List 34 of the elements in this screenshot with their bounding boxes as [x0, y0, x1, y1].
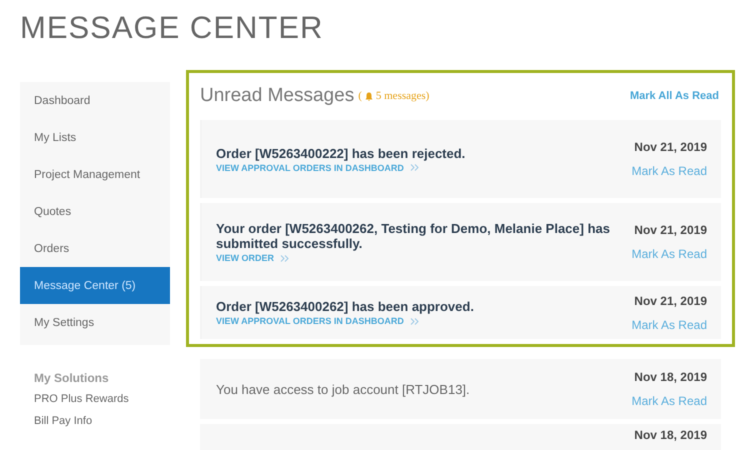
mark-as-read-link[interactable]: Mark As Read	[632, 318, 707, 332]
message-text: Order [W5263400262] has been approved.	[216, 299, 474, 314]
message-link[interactable]: VIEW APPROVAL ORDERS IN DASHBOARD	[216, 316, 474, 326]
double-chevron-icon	[280, 254, 290, 262]
message-date: Nov 21, 2019	[634, 223, 707, 237]
message-date: Nov 18, 2019	[634, 370, 707, 384]
page-title: MESSAGE CENTER	[20, 10, 324, 46]
sidebar-item[interactable]: Project Management	[20, 156, 170, 193]
mark-all-read-link[interactable]: Mark All As Read	[630, 90, 719, 102]
sidebar-item[interactable]: Orders	[20, 230, 170, 267]
message-date: Nov 21, 2019	[634, 294, 707, 308]
sidebar-link[interactable]: PRO Plus Rewards	[34, 393, 170, 409]
message-link[interactable]: VIEW ORDER	[216, 253, 616, 263]
panel-title: Unread Messages	[200, 85, 354, 107]
sidebar-item[interactable]: My Lists	[20, 119, 170, 156]
message-date: Nov 18, 2019	[634, 428, 707, 442]
section-heading: My Solutions	[34, 371, 110, 385]
double-chevron-icon	[410, 318, 419, 324]
sidebar-item[interactable]: Quotes	[20, 193, 170, 230]
bell-icon	[364, 92, 373, 100]
double-chevron-icon	[410, 164, 419, 171]
message-count: ( 5 messages)	[358, 90, 430, 102]
sidebar-link[interactable]: Bill Pay Info	[34, 415, 170, 431]
mark-as-read-link[interactable]: Mark As Read	[632, 164, 707, 178]
message-link[interactable]: VIEW APPROVAL ORDERS IN DASHBOARD	[216, 162, 466, 172]
mark-as-read-link[interactable]: Mark As Read	[632, 247, 707, 261]
message-text: Order [W5263400222] has been rejected.	[216, 146, 466, 160]
message-text: Your order [W5263400262, Testing for Demo, Melanie Place] has submitted successfully.	[216, 221, 611, 251]
mark-as-read-link[interactable]: Mark As Read	[632, 394, 707, 408]
message-date: Nov 21, 2019	[634, 140, 707, 154]
sidebar-item[interactable]: Message Center (5)	[20, 267, 170, 304]
sidebar-item[interactable]: My Settings	[20, 304, 170, 341]
sidebar-item[interactable]: Dashboard	[20, 82, 170, 119]
message-text: You have access to job account [RTJOB13].	[216, 382, 470, 396]
